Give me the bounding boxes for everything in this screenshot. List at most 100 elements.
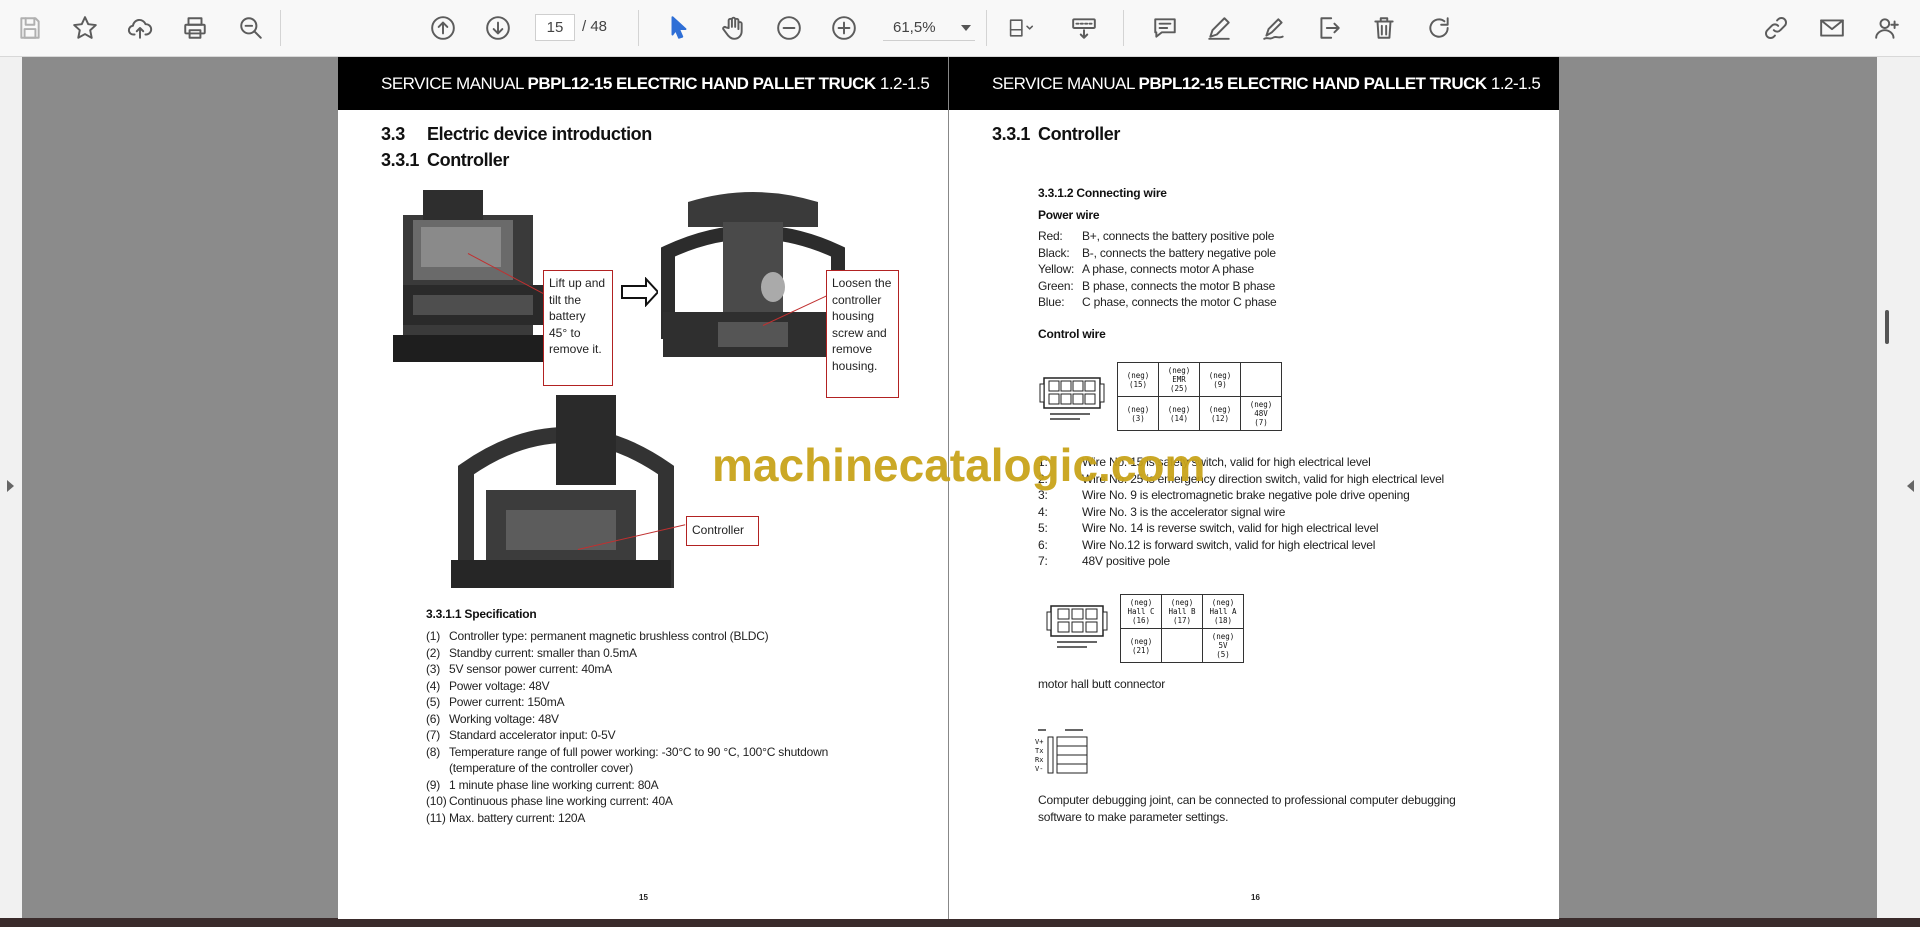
control-wire-item-text: Wire No. 14 is reverse switch, valid for…	[1082, 521, 1379, 535]
callout-lift-battery: Lift up and tilt the battery 45° to remo…	[543, 270, 613, 386]
header-title: PBPL12-15 ELECTRIC HAND PALLET TRUCK	[1138, 74, 1488, 93]
control-wire-item-text: Wire No. 3 is the accelerator signal wir…	[1082, 504, 1286, 519]
spec-item: (7) Standard accelerator input: 0-5V	[426, 727, 828, 744]
spec-item-key: (3)	[426, 662, 441, 676]
connecting-wire-title: 3.3.1.2 Connecting wire	[1038, 186, 1167, 200]
spec-item-text: Temperature range of full power working:…	[449, 744, 829, 759]
section-title: Electric device introduction	[427, 124, 652, 144]
spec-item-key: (4)	[426, 678, 441, 693]
vertical-scrollbar-thumb[interactable]	[1885, 310, 1889, 344]
power-wire-item: Green: B phase, connects the motor B phas…	[1038, 278, 1276, 295]
debug-pin-label: V-	[1035, 765, 1044, 773]
page-number: 16	[1251, 893, 1260, 902]
pinout-cell: (neg) (9)	[1199, 362, 1241, 397]
zoom-in-icon[interactable]	[827, 11, 861, 45]
spec-item-text: Max. battery current: 120A	[449, 810, 586, 825]
hall-connector-icon	[1046, 605, 1108, 648]
spec-item: (3) 5V sensor power current: 40mA	[426, 661, 828, 678]
rotate-icon[interactable]	[1422, 11, 1456, 45]
debug-pin-labels: V+ Tx Rx V-	[1035, 738, 1043, 774]
pinout-cell: (neg) (21)	[1120, 628, 1162, 663]
controller-housing-photo	[658, 192, 848, 364]
page-number: 15	[639, 893, 648, 902]
spec-item-key: (2)	[426, 645, 441, 660]
spec-item-text: (temperature of the controller cover)	[449, 761, 634, 775]
link-share-icon[interactable]	[1759, 11, 1793, 45]
export-icon[interactable]	[1312, 11, 1346, 45]
control-wire-pinout-table: (neg) (15) (neg) EMR (25) (neg) (9) (neg) (3) (ne…	[1117, 362, 1282, 431]
sign-icon[interactable]	[1257, 11, 1291, 45]
battery-photo	[393, 185, 553, 362]
expand-right-panel-icon[interactable]	[1907, 480, 1914, 492]
control-wire-item-key: 6:	[1038, 537, 1048, 552]
add-user-icon[interactable]	[1870, 11, 1904, 45]
spec-item: (temperature of the controller cover)	[426, 760, 828, 777]
debug-joint-diagram: V+ Tx Rx V-	[1035, 727, 1095, 779]
spec-item: (2) Standby current: smaller than 0.5mA	[426, 645, 828, 662]
controller-photo	[446, 390, 676, 588]
keyboard-icon[interactable]	[1067, 11, 1101, 45]
page-total: / 48	[582, 18, 608, 35]
power-wire-title: Power wire	[1038, 208, 1100, 222]
trash-icon[interactable]	[1367, 11, 1401, 45]
control-wire-title: Control wire	[1038, 327, 1106, 341]
subsection-heading: 3.3.1 Controller	[381, 150, 509, 171]
callout-controller: Controller	[686, 516, 759, 546]
expand-left-panel-icon[interactable]	[7, 480, 14, 492]
pinout-cell: (neg) (3)	[1117, 396, 1159, 431]
comment-icon[interactable]	[1148, 11, 1182, 45]
pinout-cell: (neg) Hall C (16)	[1120, 594, 1162, 629]
zoom-select[interactable]: 61,5%	[883, 14, 975, 41]
debug-pin-label: V+	[1035, 738, 1044, 746]
spec-title: 3.3.1.1 Specification	[426, 607, 537, 621]
power-wire-item-text: B-, connects the battery negative pole	[1082, 245, 1276, 260]
spec-item: (9) 1 minute phase line working current: …	[426, 777, 828, 794]
power-wire-item-text: C phase, connects the motor C phase	[1082, 295, 1277, 309]
power-wire-item: Red: B+, connects the battery positive po…	[1038, 228, 1276, 245]
spec-item-text: Working voltage: 48V	[449, 711, 559, 726]
pinout-cell: (neg) 48V (7)	[1240, 396, 1282, 431]
subsection-title: Controller	[427, 150, 510, 170]
toolbar-separator	[638, 10, 639, 46]
page-up-icon[interactable]	[426, 11, 460, 45]
spec-item: (5) Power current: 150mA	[426, 694, 828, 711]
pencil-icon[interactable]	[1202, 11, 1236, 45]
mail-icon[interactable]	[1815, 11, 1849, 45]
spec-item-text: 1 minute phase line working current: 80A	[449, 777, 659, 792]
subsection-number: 3.3.1	[992, 124, 1031, 144]
page-number-input[interactable]: 15	[535, 14, 575, 41]
toolbar-separator	[280, 10, 281, 46]
spec-item: (8) Temperature range of full power worki…	[426, 744, 828, 761]
left-panel-rail[interactable]	[0, 57, 22, 927]
zoom-value: 61,5%	[893, 19, 936, 36]
zoom-search-icon[interactable]	[234, 11, 268, 45]
upload-cloud-icon[interactable]	[123, 11, 157, 45]
bookmark-star-icon[interactable]	[68, 11, 102, 45]
control-wire-item: 7: 48V positive pole	[1038, 553, 1444, 570]
control-wire-item-key: 5:	[1038, 521, 1048, 535]
hand-pan-icon[interactable]	[716, 11, 750, 45]
pinout-row: (neg) (15) (neg) EMR (25) (neg) (9)	[1117, 362, 1282, 397]
save-icon[interactable]	[13, 11, 47, 45]
power-wire-item: Blue: C phase, connects the motor C phase	[1038, 294, 1277, 311]
zoom-out-icon[interactable]	[772, 11, 806, 45]
spec-item-key: (9)	[426, 777, 441, 792]
select-cursor-icon[interactable]	[662, 11, 696, 45]
pinout-row: (neg) (3) (neg) (14) (neg) (12) (neg) 48V (7)	[1117, 396, 1282, 431]
bottom-bar	[0, 918, 1920, 927]
callout-loosen-housing: Loosen the controller housing screw and …	[826, 270, 899, 398]
pinout-cell: (neg) Hall A (18)	[1202, 594, 1244, 629]
page-down-icon[interactable]	[481, 11, 515, 45]
header-prefix: SERVICE MANUAL	[992, 74, 1139, 93]
right-panel-rail[interactable]	[1877, 57, 1920, 927]
power-wire-item-text: B phase, connects the motor B phase	[1082, 278, 1276, 293]
print-icon[interactable]	[178, 11, 212, 45]
spec-item-key: (7)	[426, 728, 441, 742]
control-wire-item-text: Wire No.12 is forward switch, valid for …	[1082, 537, 1376, 552]
control-wire-item: 4: Wire No. 3 is the accelerator signal w…	[1038, 504, 1444, 521]
section-number: 3.3	[381, 124, 405, 144]
toolbar-separator	[1123, 10, 1124, 46]
fit-page-icon[interactable]	[1000, 11, 1042, 45]
toolbar-separator	[986, 10, 987, 46]
spec-item-key: (5)	[426, 695, 441, 709]
